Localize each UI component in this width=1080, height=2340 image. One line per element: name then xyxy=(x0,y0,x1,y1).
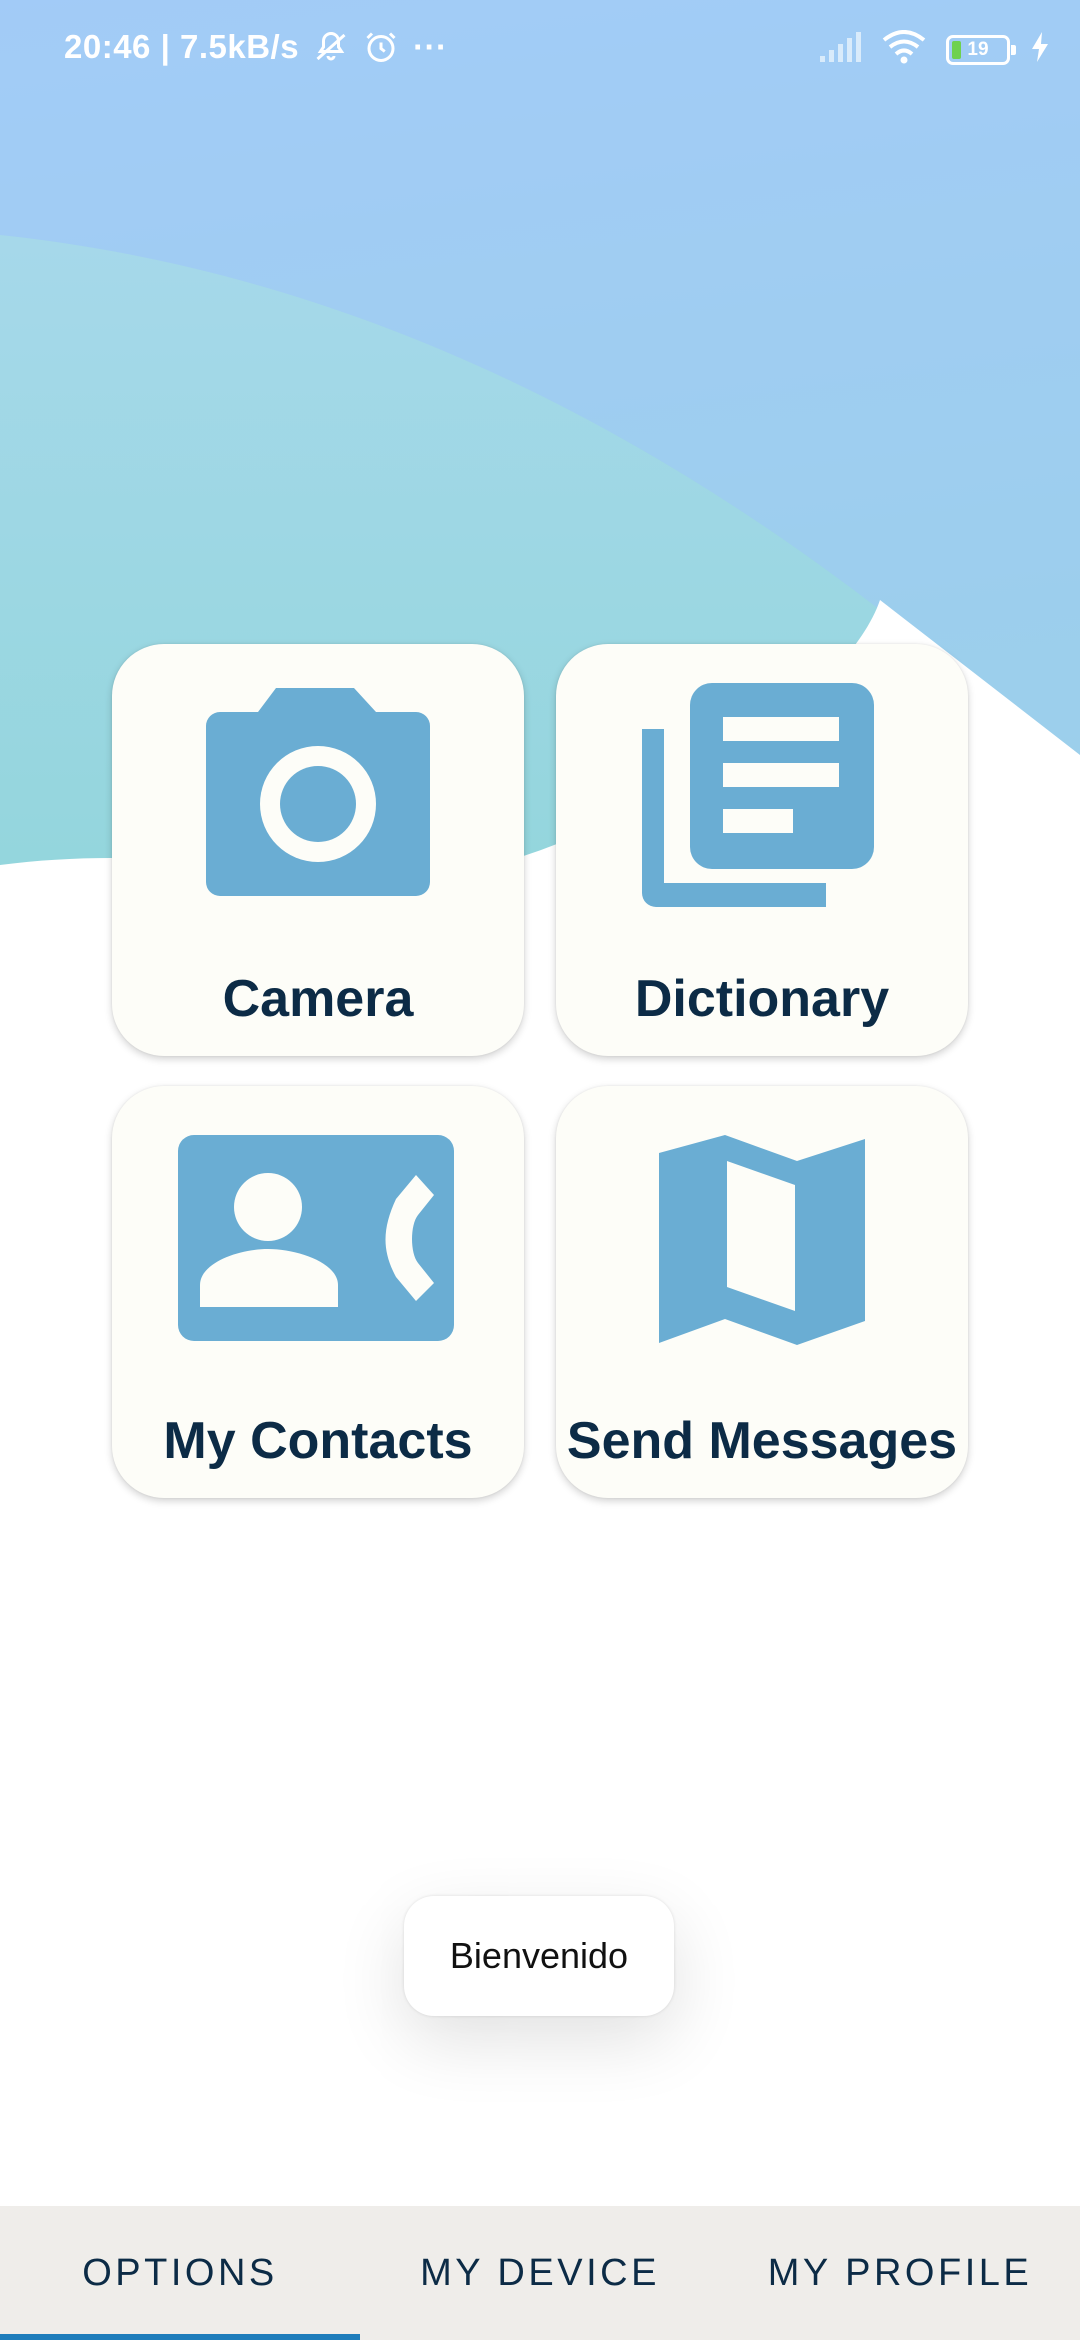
status-time-speed: 20:46 | 7.5kB/s xyxy=(64,28,300,65)
dictionary-label: Dictionary xyxy=(634,970,890,1028)
camera-icon xyxy=(112,688,524,908)
send-messages-label: Send Messages xyxy=(566,1412,958,1470)
tab-my-device[interactable]: MY DEVICE xyxy=(360,2206,720,2340)
alarm-icon xyxy=(363,29,399,65)
status-bar: 20:46 | 7.5kB/s ··· 19 xyxy=(0,0,1080,100)
tab-my-profile[interactable]: MY PROFILE xyxy=(720,2206,1080,2340)
wifi-icon xyxy=(882,30,926,69)
more-icon: ··· xyxy=(413,28,448,65)
my-contacts-label: My Contacts xyxy=(163,1412,473,1470)
send-messages-tile[interactable]: Send Messages xyxy=(556,1086,968,1498)
bell-off-icon xyxy=(313,29,349,65)
welcome-toast: Bienvenido xyxy=(404,1896,674,2016)
map-icon xyxy=(556,1130,968,1350)
battery-level: 19 xyxy=(967,38,989,60)
bottom-tab-bar: OPTIONS MY DEVICE MY PROFILE xyxy=(0,2206,1080,2340)
camera-tile[interactable]: Camera xyxy=(112,644,524,1056)
options-grid: Camera Dictionary My Contacts Send Messa… xyxy=(112,644,968,1498)
charging-icon xyxy=(1030,31,1050,68)
signal-icon xyxy=(818,30,862,69)
contacts-icon xyxy=(112,1130,524,1350)
camera-label: Camera xyxy=(222,970,414,1028)
dictionary-icon xyxy=(556,683,968,908)
selected-tab-indicator xyxy=(0,2334,360,2340)
tab-options[interactable]: OPTIONS xyxy=(0,2206,360,2340)
battery-icon: 19 xyxy=(946,34,1016,65)
my-contacts-tile[interactable]: My Contacts xyxy=(112,1086,524,1498)
dictionary-tile[interactable]: Dictionary xyxy=(556,644,968,1056)
